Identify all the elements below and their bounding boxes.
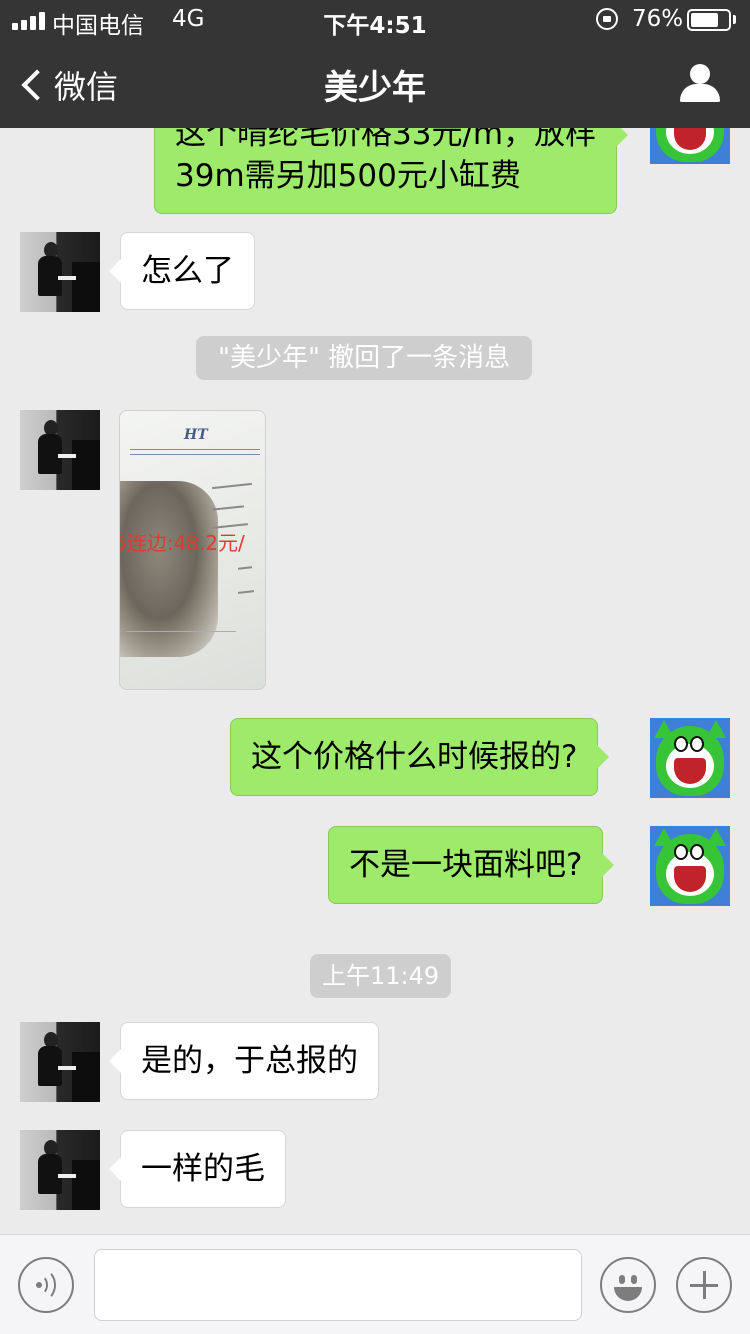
photo-footer xyxy=(126,631,236,661)
photo-company-line xyxy=(130,449,260,455)
chat-area[interactable]: 这个晴纶毛价格33元/m，放样 39m需另加500元小缸费 怎么了 "美少年" … xyxy=(0,128,750,1234)
timestamp: 上午11:49 xyxy=(310,954,452,998)
avatar-self[interactable] xyxy=(650,826,730,906)
image-message[interactable]: HT 5连边:48.2元/ xyxy=(119,410,266,690)
photo-price-text: 5连边:48.2元/ xyxy=(119,531,245,555)
avatar-contact[interactable] xyxy=(20,1130,100,1210)
battery-fill xyxy=(691,13,718,27)
system-notice-text: "美少年" 撤回了一条消息 xyxy=(218,343,511,373)
message-bubble-in[interactable]: 怎么了 xyxy=(109,232,255,310)
message-bubble-in[interactable]: 一样的毛 xyxy=(109,1130,286,1208)
emoji-button[interactable] xyxy=(600,1257,656,1313)
input-bar xyxy=(0,1234,750,1334)
timestamp-text: 上午11:49 xyxy=(322,962,440,990)
avatar-self[interactable] xyxy=(650,128,730,164)
photo-logo: HT xyxy=(184,427,208,443)
message-text: 这个价格什么时候报的? xyxy=(251,739,578,775)
handwriting-mark xyxy=(211,505,245,511)
message-bubble-out[interactable]: 这个晴纶毛价格33元/m，放样 39m需另加500元小缸费 xyxy=(154,128,629,214)
back-button[interactable]: 微信 xyxy=(18,62,118,108)
message-text: 不是一块面料吧? xyxy=(349,847,583,883)
emoji-icon xyxy=(619,1275,625,1284)
avatar-contact[interactable] xyxy=(20,232,100,312)
message-text-line: 39m需另加500元小缸费 xyxy=(175,158,521,194)
message-text: 是的，于总报的 xyxy=(141,1043,358,1079)
handwriting-mark xyxy=(237,566,253,570)
message-bubble-out[interactable]: 不是一块面料吧? xyxy=(328,826,615,904)
handwriting-mark xyxy=(212,482,252,490)
nav-bar: 微信 美少年 xyxy=(0,40,750,128)
message-input[interactable] xyxy=(94,1249,582,1321)
message-bubble-out[interactable]: 这个价格什么时候报的? xyxy=(230,718,610,796)
system-notice: "美少年" 撤回了一条消息 xyxy=(196,336,533,380)
profile-button[interactable] xyxy=(676,62,724,106)
message-bubble-in[interactable]: 是的，于总报的 xyxy=(109,1022,379,1100)
person-icon xyxy=(690,64,710,84)
voice-button[interactable] xyxy=(18,1257,74,1313)
status-bar: 中国电信 4G 下午4:51 76% xyxy=(0,0,750,40)
avatar-self[interactable] xyxy=(650,718,730,798)
message-text: 怎么了 xyxy=(141,253,234,289)
avatar-contact[interactable] xyxy=(20,1022,100,1102)
message-text-line: 这个晴纶毛价格33元/m，放样 xyxy=(175,128,597,152)
back-label: 微信 xyxy=(54,68,119,106)
battery-percent: 76% xyxy=(632,6,684,32)
message-text: 一样的毛 xyxy=(141,1151,265,1187)
chevron-left-icon xyxy=(21,69,53,101)
rotation-lock-icon xyxy=(596,8,618,30)
plus-button[interactable] xyxy=(676,1257,732,1313)
avatar-contact[interactable] xyxy=(20,410,100,490)
battery-nub xyxy=(733,15,736,24)
battery-icon xyxy=(687,9,731,31)
top-bar: 中国电信 4G 下午4:51 76% 微信 美少年 xyxy=(0,0,750,128)
handwriting-mark xyxy=(237,590,255,594)
person-icon-body xyxy=(680,84,720,102)
